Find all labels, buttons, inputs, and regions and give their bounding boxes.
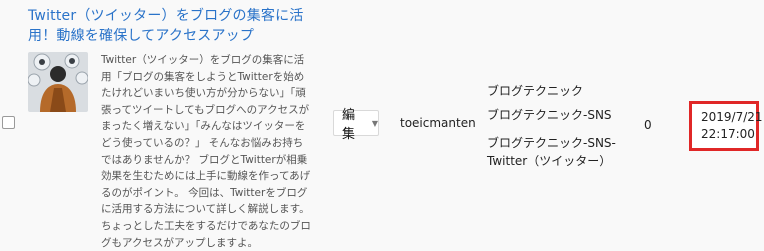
row-checkbox[interactable] [2,116,15,129]
edit-button-label: 編集 [342,108,356,142]
chevron-down-icon: ▼ [371,118,378,128]
post-thumbnail [28,52,88,112]
post-row: Twitter（ツイッター）をブログの集客に活用！動線を確保してアクセスアップ … [0,0,764,251]
category-link[interactable]: ブログテクニック-SNS-Twitter（ツイッター） [487,134,637,170]
post-title-link[interactable]: Twitter（ツイッター）をブログの集客に活用！動線を確保してアクセスアップ [28,6,328,46]
edit-dropdown-button[interactable]: 編集 ▼ [333,108,379,142]
post-excerpt: Twitter（ツイッター）をブログの集客に活用「ブログの集客をしようとTwit… [101,54,311,249]
category-link[interactable]: ブログテクニック-SNS [487,106,612,123]
post-count: 0 [644,118,652,132]
post-time: 22:17:00 [701,127,755,141]
post-date-highlight: 2019/7/21 22:17:00 [689,101,763,151]
post-author[interactable]: toeicmanten [400,116,476,130]
post-date: 2019/7/21 [701,110,763,124]
category-link[interactable]: ブログテクニック [487,82,583,99]
